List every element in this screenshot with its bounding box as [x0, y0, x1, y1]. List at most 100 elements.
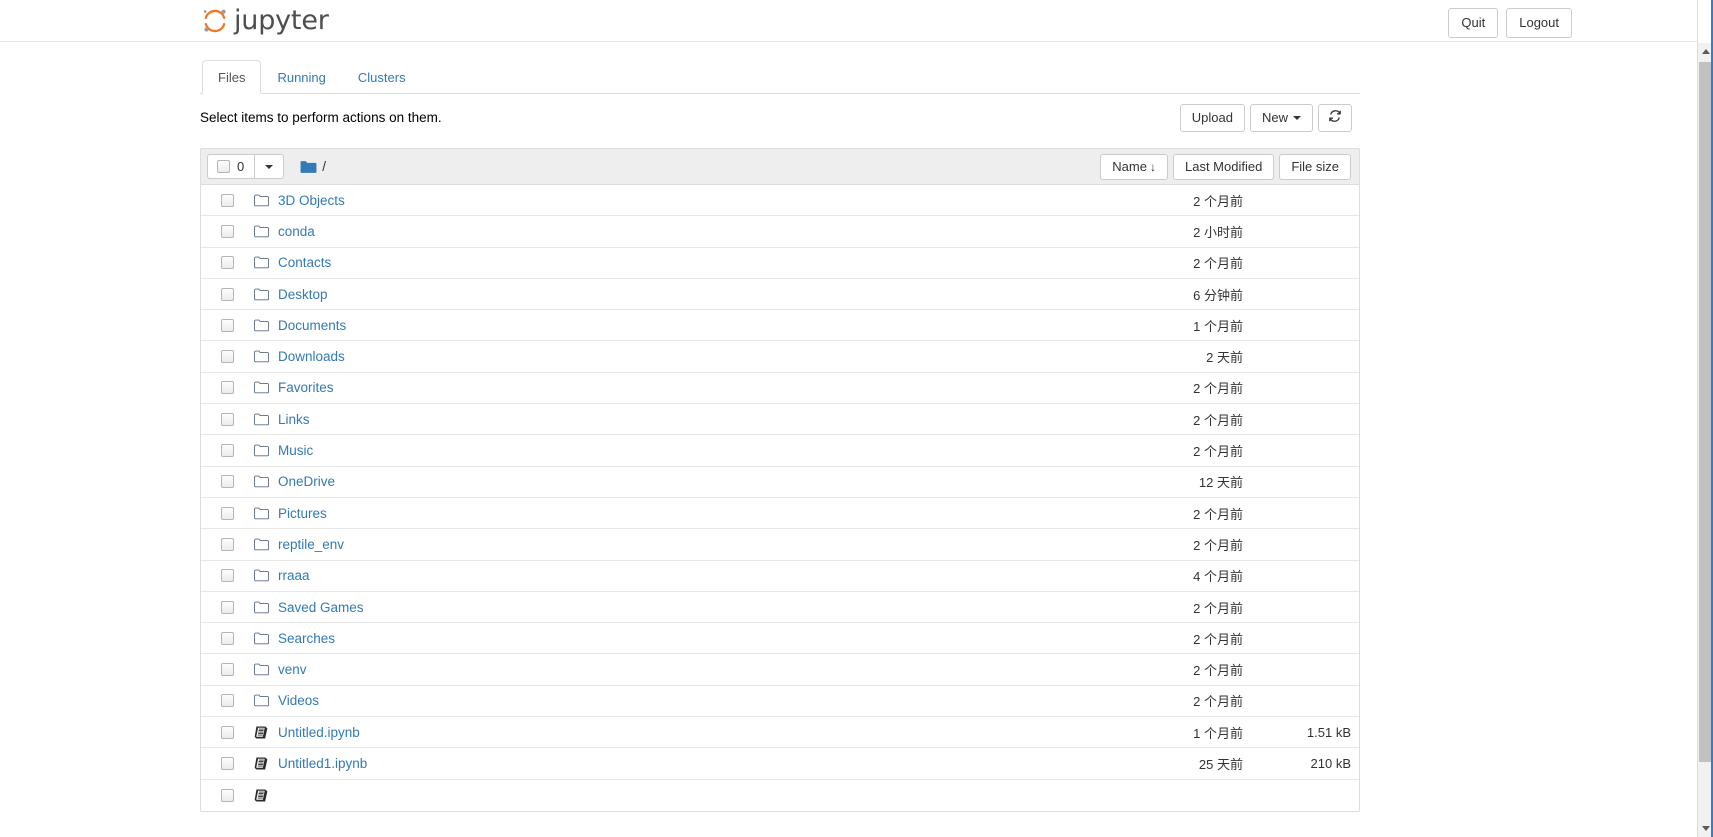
- file-name-link[interactable]: Desktop: [278, 287, 328, 302]
- table-row[interactable]: Saved Games 2 个月前: [201, 591, 1359, 624]
- file-name-link[interactable]: Pictures: [278, 506, 327, 521]
- table-row[interactable]: rraaa 4 个月前: [201, 560, 1359, 592]
- table-row[interactable]: Contacts 2 个月前: [201, 247, 1359, 279]
- table-row[interactable]: Videos 2 个月前: [201, 685, 1359, 718]
- sort-by-size-button[interactable]: File size: [1279, 154, 1351, 180]
- table-row[interactable]: venv 2 个月前: [201, 654, 1359, 686]
- table-row[interactable]: Documents 1 个月前: [201, 310, 1359, 342]
- row-checkbox[interactable]: [221, 663, 234, 677]
- file-name-link[interactable]: Untitled1.ipynb: [278, 756, 367, 771]
- site-header: jupyter Quit Logout: [0, 0, 1697, 42]
- file-modified: 2 天前: [1206, 350, 1243, 366]
- folder-icon: [253, 693, 269, 709]
- row-checkbox[interactable]: [221, 381, 234, 395]
- folder-icon: [253, 443, 269, 459]
- row-checkbox[interactable]: [221, 256, 234, 270]
- file-name-link[interactable]: Links: [278, 412, 310, 427]
- row-checkbox[interactable]: [221, 224, 234, 238]
- file-size: 210 kB: [1310, 755, 1351, 771]
- table-row[interactable]: 3D Objects 2 个月前: [201, 185, 1359, 217]
- table-row[interactable]: conda 2 小时前: [201, 216, 1359, 248]
- row-checkbox[interactable]: [221, 631, 234, 645]
- breadcrumb[interactable]: /: [300, 159, 326, 174]
- table-row[interactable]: Downloads 2 天前: [201, 341, 1359, 373]
- row-checkbox[interactable]: [221, 193, 234, 207]
- file-name-link[interactable]: Favorites: [278, 380, 334, 395]
- table-row[interactable]: [201, 779, 1359, 811]
- file-size: [1261, 279, 1351, 309]
- folder-icon: [253, 286, 269, 302]
- folder-icon: [253, 349, 269, 365]
- file-name-link[interactable]: Saved Games: [278, 600, 364, 615]
- file-modified: 2 小时前: [1193, 224, 1243, 240]
- row-checkbox[interactable]: [221, 287, 234, 301]
- row-checkbox[interactable]: [221, 318, 234, 332]
- folder-icon: [253, 411, 269, 427]
- quit-button[interactable]: Quit: [1448, 8, 1499, 38]
- row-checkbox[interactable]: [221, 350, 234, 364]
- table-row[interactable]: Untitled.ipynb 1 个月前 1.51 kB: [201, 717, 1359, 749]
- file-size: [1261, 561, 1351, 591]
- file-name-link[interactable]: Searches: [278, 631, 335, 646]
- notebook-icon: [253, 724, 269, 740]
- table-row[interactable]: OneDrive 12 天前: [201, 466, 1359, 498]
- file-name-link[interactable]: rraaa: [278, 568, 310, 583]
- tab-files[interactable]: Files: [202, 60, 262, 94]
- table-row[interactable]: Untitled1.ipynb 25 天前 210 kB: [201, 748, 1359, 780]
- row-checkbox[interactable]: [221, 725, 234, 739]
- row-checkbox[interactable]: [221, 444, 234, 458]
- row-checkbox[interactable]: [221, 569, 234, 583]
- file-list-toolbar: 0 / Name ↓ Last Modified File size: [201, 149, 1359, 185]
- file-name-link[interactable]: reptile_env: [278, 537, 344, 552]
- tab-bar: Files Running Clusters: [200, 60, 1360, 94]
- table-row[interactable]: Links 2 个月前: [201, 404, 1359, 436]
- file-name-link[interactable]: Contacts: [278, 255, 331, 270]
- select-all-dropdown-button[interactable]: [255, 154, 285, 179]
- file-name-link[interactable]: Downloads: [278, 349, 345, 364]
- file-name-link[interactable]: Music: [278, 443, 313, 458]
- file-name-link[interactable]: Untitled.ipynb: [278, 725, 360, 740]
- folder-icon: [253, 599, 269, 615]
- select-all-button[interactable]: 0: [207, 154, 256, 179]
- table-row[interactable]: reptile_env 2 个月前: [201, 529, 1359, 561]
- table-row[interactable]: Pictures 2 个月前: [201, 497, 1359, 530]
- file-name-link[interactable]: OneDrive: [278, 474, 335, 489]
- row-checkbox[interactable]: [221, 788, 234, 802]
- tab-clusters[interactable]: Clusters: [342, 60, 422, 94]
- logout-button[interactable]: Logout: [1506, 8, 1572, 38]
- file-name-link[interactable]: Videos: [278, 693, 319, 708]
- table-row[interactable]: Desktop 6 分钟前: [201, 278, 1359, 311]
- arrow-down-icon: ↓: [1149, 160, 1156, 174]
- row-checkbox[interactable]: [221, 694, 234, 708]
- jupyter-logo[interactable]: jupyter: [200, 3, 329, 39]
- file-name-link[interactable]: conda: [278, 224, 315, 239]
- folder-icon: [253, 568, 269, 584]
- new-button[interactable]: New: [1249, 104, 1313, 132]
- upload-button[interactable]: Upload: [1179, 104, 1245, 132]
- row-checkbox[interactable]: [221, 600, 234, 614]
- table-row[interactable]: Favorites 2 个月前: [201, 372, 1359, 405]
- select-all-checkbox[interactable]: [217, 160, 230, 173]
- row-checkbox[interactable]: [221, 475, 234, 489]
- breadcrumb-path: /: [322, 159, 326, 174]
- row-checkbox[interactable]: [221, 537, 234, 551]
- table-row[interactable]: Music 2 个月前: [201, 435, 1359, 467]
- select-items-hint: Select items to perform actions on them.: [200, 110, 442, 125]
- file-size: [1261, 780, 1351, 811]
- folder-icon: [253, 223, 269, 239]
- table-row[interactable]: Searches 2 个月前: [201, 623, 1359, 655]
- file-name-link[interactable]: 3D Objects: [278, 193, 345, 208]
- sort-by-name-button[interactable]: Name ↓: [1100, 154, 1168, 180]
- notebook-icon: [253, 787, 269, 803]
- row-checkbox[interactable]: [221, 756, 234, 770]
- file-modified: 1 个月前: [1193, 725, 1243, 741]
- tab-running[interactable]: Running: [261, 60, 341, 94]
- jupyter-page: jupyter Quit Logout Files Running Cluste…: [0, 0, 1697, 837]
- file-name-link[interactable]: Documents: [278, 318, 346, 333]
- file-modified: 2 个月前: [1193, 193, 1243, 209]
- row-checkbox[interactable]: [221, 412, 234, 426]
- file-name-link[interactable]: venv: [278, 662, 307, 677]
- sort-by-modified-button[interactable]: Last Modified: [1172, 154, 1275, 180]
- refresh-button[interactable]: [1318, 104, 1352, 132]
- row-checkbox[interactable]: [221, 506, 234, 520]
